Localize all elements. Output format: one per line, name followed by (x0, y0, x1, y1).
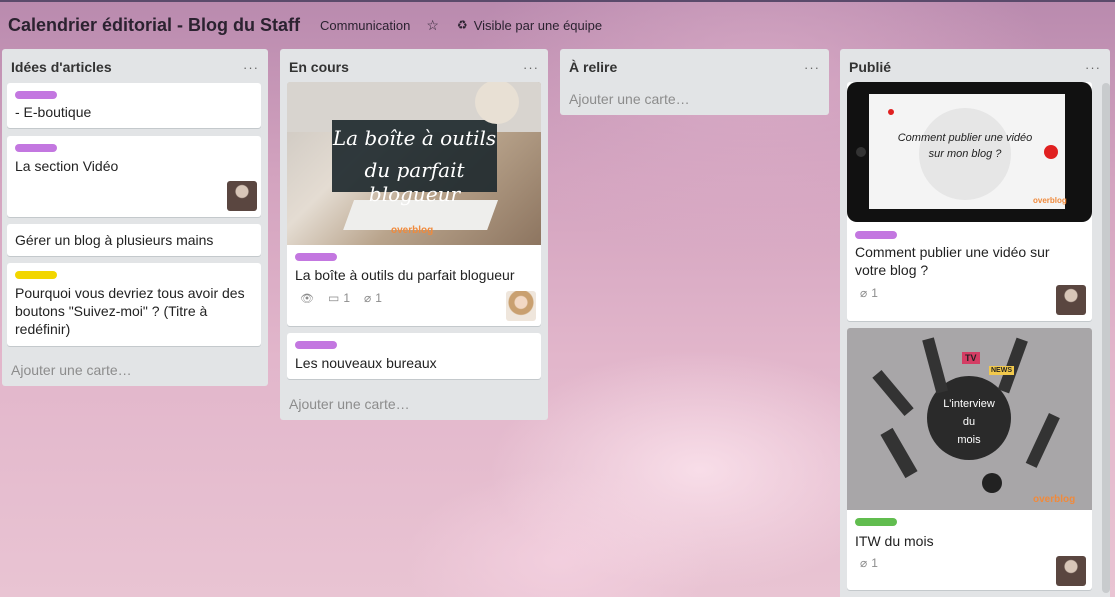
cover-tag-news: NEWS (989, 366, 1014, 375)
team-visibility-icon: ♻ (456, 18, 468, 32)
attachments-badge: ⌀ 1 (860, 556, 878, 570)
card-gerer-blog[interactable]: Gérer un blog à plusieurs mains (7, 224, 261, 256)
add-card-button[interactable]: Ajouter une carte… (569, 91, 690, 107)
cover-brand: overblog (391, 225, 434, 236)
team-link[interactable]: Communication (320, 18, 410, 33)
card-title: Pourquoi vous devriez tous avoir des bou… (15, 285, 245, 337)
cover-brand: overblog (1033, 494, 1076, 505)
visibility-button[interactable]: ♻ Visible par une équipe (457, 18, 602, 33)
cover-title-line3: mois (957, 434, 981, 446)
member-avatar[interactable] (1056, 285, 1086, 315)
card-title: Les nouveaux bureaux (295, 355, 437, 371)
list-title[interactable]: Idées d'articles (11, 59, 112, 75)
card-label-yellow (15, 271, 57, 279)
card-label-purple (295, 253, 337, 261)
list-to-review: À relire ··· Ajouter une carte… (560, 49, 829, 115)
card-title: Comment publier une vidéo sur votre blog… (855, 244, 1050, 278)
card-label-purple (15, 91, 57, 99)
watch-icon: 👁 (300, 292, 314, 305)
board-title[interactable]: Calendrier éditorial - Blog du Staff (8, 15, 300, 36)
visibility-label: Visible par une équipe (473, 17, 603, 33)
paperclip-icon: ⌀ (860, 286, 868, 300)
list-in-progress: En cours ··· La boîte à outils du parfai… (280, 49, 548, 420)
add-card-button[interactable]: Ajouter une carte… (289, 396, 410, 412)
attachments-badge: ⌀ 1 (860, 286, 878, 300)
list-scrollbar[interactable] (1102, 83, 1110, 593)
paperclip-icon: ⌀ (364, 291, 372, 305)
card-publier-video[interactable]: Comment publier une vidéo sur mon blog ?… (847, 82, 1092, 321)
attachments-count: 1 (871, 556, 878, 570)
list-header: Publié ··· (840, 49, 1110, 83)
list-ideas: Idées d'articles ··· - E-boutique La sec… (2, 49, 268, 386)
list-title[interactable]: À relire (569, 59, 617, 75)
card-label-purple (855, 231, 897, 239)
member-avatar[interactable] (227, 181, 257, 211)
list-header: À relire ··· (560, 49, 829, 83)
cover-title-line2: du (962, 416, 976, 428)
list-title[interactable]: En cours (289, 59, 349, 75)
card-label-purple (15, 144, 57, 152)
attachments-count: 1 (375, 291, 382, 305)
card-title: Gérer un blog à plusieurs mains (15, 232, 214, 248)
list-menu-icon[interactable]: ··· (523, 60, 539, 75)
cover-title-line1: L'interview (943, 398, 995, 410)
star-icon[interactable]: ☆ (426, 17, 439, 34)
card-title: ITW du mois (855, 533, 934, 549)
list-menu-icon[interactable]: ··· (1085, 60, 1101, 75)
cover-brand: overblog (1033, 196, 1067, 205)
cover-title-line1: Comment publier une vidéo (897, 132, 1033, 144)
list-header: Idées d'articles ··· (2, 49, 268, 83)
card-itw-mois[interactable]: TV NEWS L'interview du mois overblog ITW… (847, 328, 1092, 590)
add-card-button[interactable]: Ajouter une carte… (11, 362, 132, 378)
card-nouveaux-bureaux[interactable]: Les nouveaux bureaux (287, 333, 541, 379)
list-menu-icon[interactable]: ··· (804, 60, 820, 75)
card-cover-image: Comment publier une vidéo sur mon blog ?… (847, 82, 1092, 222)
paperclip-icon: ⌀ (860, 556, 868, 570)
comments-count: 1 (343, 291, 350, 305)
cover-title-line2: sur mon blog ? (928, 148, 1002, 160)
card-boite-outils[interactable]: La boîte à outils du parfait blogueur ov… (287, 82, 541, 326)
card-label-green (855, 518, 897, 526)
card-badges: ⌀ 1 (860, 286, 878, 300)
list-published: Publié ··· Comment publier une vidéo sur… (840, 49, 1110, 597)
member-avatar[interactable] (1056, 556, 1086, 586)
card-badges: ⌀ 1 (860, 556, 878, 570)
board-header: Calendrier éditorial - Blog du Staff Com… (0, 0, 1115, 48)
attachments-count: 1 (871, 286, 878, 300)
cover-tag-tv: TV (962, 352, 980, 364)
member-avatar[interactable] (506, 291, 536, 321)
list-header: En cours ··· (280, 49, 548, 83)
card-section-video[interactable]: La section Vidéo (7, 136, 261, 217)
card-badges: 👁 ▭ 1 ⌀ 1 (300, 291, 382, 305)
card-pourquoi-boutons[interactable]: Pourquoi vous devriez tous avoir des bou… (7, 263, 261, 346)
card-e-boutique[interactable]: - E-boutique (7, 83, 261, 128)
card-cover-image: TV NEWS L'interview du mois overblog (847, 328, 1092, 510)
attachments-badge: ⌀ 1 (364, 291, 382, 305)
comments-badge: ▭ 1 (328, 291, 350, 305)
card-title: La section Vidéo (15, 158, 119, 174)
card-title: La boîte à outils du parfait blogueur (295, 267, 515, 283)
cover-title-line2: du parfait blogueur (364, 158, 465, 206)
list-title[interactable]: Publié (849, 59, 891, 75)
list-menu-icon[interactable]: ··· (243, 60, 259, 75)
cover-title-line1: La boîte à outils (332, 126, 497, 150)
card-title: - E-boutique (15, 104, 92, 120)
comment-icon: ▭ (327, 291, 340, 305)
card-cover-image: La boîte à outils du parfait blogueur ov… (287, 82, 541, 245)
card-label-purple (295, 341, 337, 349)
